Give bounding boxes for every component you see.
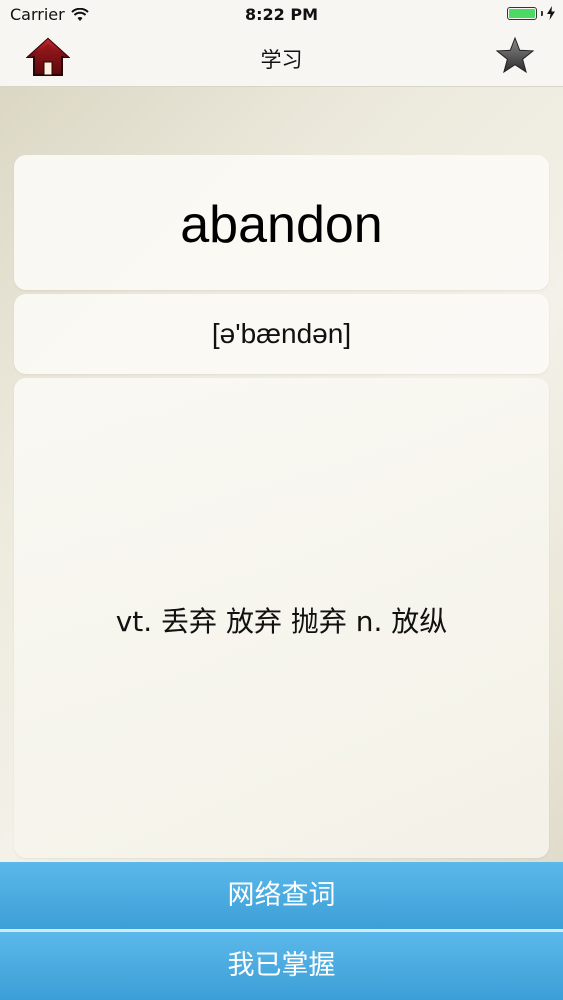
favorite-button[interactable]	[495, 36, 535, 76]
battery-fill	[509, 8, 535, 18]
lookup-button[interactable]: 网络查词	[0, 862, 563, 930]
page-title: 学习	[260, 48, 303, 72]
charging-bolt-icon	[547, 6, 555, 20]
phonetic-card: [ə'bændən]	[14, 294, 549, 374]
star-icon	[495, 36, 535, 74]
battery-cap	[541, 10, 543, 16]
battery-icon	[507, 6, 537, 20]
status-bar: Carrier 8:22 PM	[0, 0, 563, 30]
meaning-card: vt. 丢弃 放弃 抛弃 n. 放纵	[14, 378, 549, 858]
status-time: 8:22 PM	[244, 5, 318, 24]
meaning-text: vt. 丢弃 放弃 抛弃 n. 放纵	[115, 605, 448, 638]
mastered-button[interactable]: 我已掌握	[0, 932, 563, 1000]
status-right	[507, 6, 555, 20]
word-card: abandon	[14, 155, 549, 290]
word-text: abandon	[180, 196, 383, 254]
phonetic-text: [ə'bændən]	[211, 318, 352, 349]
nav-bar: 学习	[0, 30, 563, 87]
